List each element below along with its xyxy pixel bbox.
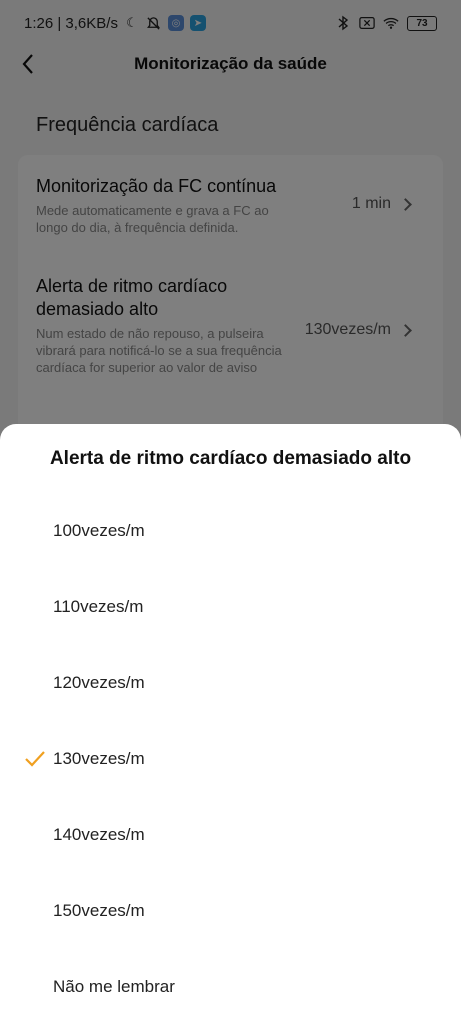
sheet-title: Alerta de ritmo cardíaco demasiado alto [49,448,412,469]
option-label: 140vezes/m [53,825,145,844]
bottom-sheet: Alerta de ritmo cardíaco demasiado alto … [0,424,461,1024]
option-label: Não me lembrar [53,977,175,996]
option-120[interactable]: 120vezes/m [0,645,461,721]
option-dont-remind[interactable]: Não me lembrar [0,949,461,1024]
option-label: 100vezes/m [53,521,145,540]
option-150[interactable]: 150vezes/m [0,873,461,949]
option-130[interactable]: 130vezes/m [0,721,461,797]
checkmark-icon [25,751,45,767]
option-100[interactable]: 100vezes/m [0,493,461,569]
option-label: 150vezes/m [53,901,145,920]
option-label: 110vezes/m [53,597,144,616]
option-label: 120vezes/m [53,673,145,692]
option-140[interactable]: 140vezes/m [0,797,461,873]
option-label: 130vezes/m [53,749,145,768]
option-110[interactable]: 110vezes/m [0,569,461,645]
